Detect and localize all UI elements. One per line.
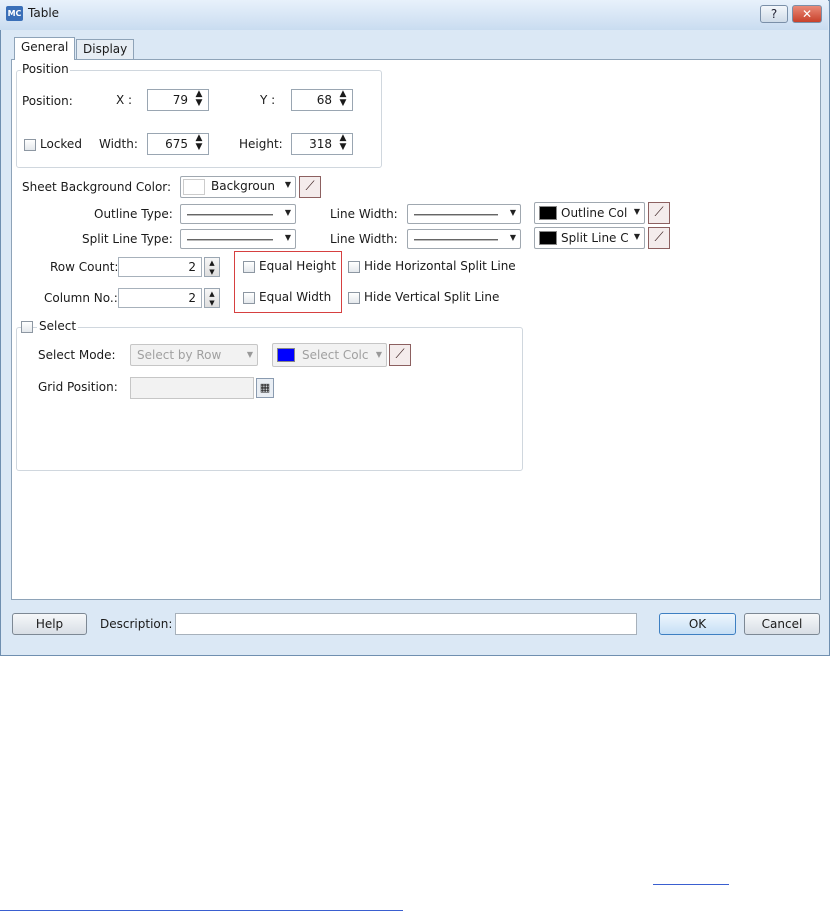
select-mode-dropdown[interactable]: Select by Row ▼ <box>130 344 258 366</box>
cancel-button[interactable]: Cancel <box>744 613 820 635</box>
chevron-down-icon: ▼ <box>284 233 291 242</box>
tab-general[interactable]: General <box>14 37 76 60</box>
position-label: Position: <box>22 94 73 108</box>
title-bar: MC Table ? ✕ <box>0 0 828 30</box>
select-mode-value: Select by Row <box>137 348 222 362</box>
split-type-label: Split Line Type: <box>82 232 173 246</box>
hide-vertical-checkbox[interactable] <box>348 292 360 304</box>
select-swatch <box>277 348 295 362</box>
description-input[interactable] <box>175 613 637 635</box>
spinner-arrows-icon[interactable]: ▲ ▼ <box>194 90 204 108</box>
outline-color-dropdown[interactable]: Outline Col ▼ <box>534 202 645 224</box>
select-checkbox[interactable] <box>21 321 33 333</box>
hide-horizontal-label: Hide Horizontal Split Line <box>364 259 516 273</box>
chevron-down-icon: ▼ <box>284 180 291 189</box>
link-underline[interactable] <box>0 910 403 911</box>
row-count-value: 2 <box>188 260 196 274</box>
split-width-dropdown[interactable]: ▼ <box>407 229 521 249</box>
hide-vertical-label: Hide Vertical Split Line <box>364 290 500 304</box>
select-color-value: Select Colc <box>302 348 369 362</box>
locked-label: Locked <box>40 137 82 151</box>
locked-checkbox[interactable] <box>24 139 36 151</box>
description-label: Description: <box>100 617 173 631</box>
column-no-label: Column No.: <box>44 291 118 305</box>
split-type-dropdown[interactable]: ▼ <box>180 229 296 249</box>
ok-button[interactable]: OK <box>659 613 736 635</box>
select-group-title: Select <box>37 319 79 333</box>
close-button[interactable]: ✕ <box>792 5 822 23</box>
chevron-down-icon: ▼ <box>633 232 640 241</box>
x-spinner[interactable]: 79 ▲ ▼ <box>147 89 209 111</box>
outline-width-dropdown[interactable]: ▼ <box>407 204 521 224</box>
height-spinner[interactable]: 318 ▲ ▼ <box>291 133 353 155</box>
equal-height-label: Equal Height <box>259 259 336 273</box>
chevron-down-icon: ▼ <box>633 207 640 216</box>
outline-width-label: Line Width: <box>330 207 398 221</box>
link-underline[interactable] <box>653 884 729 885</box>
select-mode-label: Select Mode: <box>38 348 116 362</box>
column-no-stepper[interactable]: ▲ ▼ <box>204 288 220 308</box>
y-spinner[interactable]: 68 ▲ ▼ <box>291 89 353 111</box>
split-width-label: Line Width: <box>330 232 398 246</box>
sheet-bg-color-dropdown[interactable]: Backgroun ▼ <box>180 176 296 198</box>
split-color-value: Split Line C <box>561 231 629 245</box>
outline-type-dropdown[interactable]: ▼ <box>180 204 296 224</box>
hide-horizontal-checkbox[interactable] <box>348 261 360 273</box>
split-swatch <box>539 231 557 245</box>
width-value: 675 <box>165 137 188 151</box>
spinner-arrows-icon[interactable]: ▲ ▼ <box>194 134 204 152</box>
eyedropper-icon[interactable]: ⟋ <box>389 344 411 366</box>
width-spinner[interactable]: 675 ▲ ▼ <box>147 133 209 155</box>
grid-picker-icon[interactable]: ▦ <box>256 378 274 398</box>
outline-color-value: Outline Col <box>561 206 628 220</box>
sheet-bg-swatch <box>183 179 205 195</box>
eyedropper-icon[interactable]: ⟋ <box>648 202 670 224</box>
chevron-down-icon: ▼ <box>509 233 516 242</box>
height-value: 318 <box>309 137 332 151</box>
app-icon: MC <box>6 6 23 21</box>
sheet-bg-label: Sheet Background Color: <box>22 180 172 194</box>
height-label: Height: <box>239 137 283 151</box>
chevron-down-icon: ▼ <box>375 350 382 359</box>
x-label: X : <box>116 93 133 107</box>
outline-type-label: Outline Type: <box>94 207 173 221</box>
tab-display[interactable]: Display <box>76 39 135 59</box>
chevron-down-icon: ▼ <box>246 350 253 359</box>
row-count-input[interactable]: 2 <box>118 257 202 277</box>
row-count-label: Row Count: <box>50 260 119 274</box>
help-button[interactable]: Help <box>12 613 87 635</box>
position-group-title: Position <box>21 62 70 76</box>
help-title-button[interactable]: ? <box>760 5 788 23</box>
equal-width-checkbox[interactable] <box>243 292 255 304</box>
window-title: Table <box>28 6 60 20</box>
column-no-input[interactable]: 2 <box>118 288 202 308</box>
split-color-dropdown[interactable]: Split Line C ▼ <box>534 227 645 249</box>
eyedropper-icon[interactable]: ⟋ <box>299 176 321 198</box>
eyedropper-icon[interactable]: ⟋ <box>648 227 670 249</box>
sheet-bg-value: Backgroun <box>211 179 275 193</box>
row-count-stepper[interactable]: ▲ ▼ <box>204 257 220 277</box>
chevron-down-icon: ▼ <box>509 208 516 217</box>
y-value: 68 <box>316 93 332 107</box>
spinner-arrows-icon[interactable]: ▲ ▼ <box>338 90 348 108</box>
equal-width-label: Equal Width <box>259 290 332 304</box>
grid-position-label: Grid Position: <box>38 380 118 394</box>
grid-position-input[interactable] <box>130 377 254 399</box>
chevron-down-icon: ▼ <box>284 208 291 217</box>
equal-height-checkbox[interactable] <box>243 261 255 273</box>
x-value: 79 <box>172 93 188 107</box>
y-label: Y : <box>260 93 276 107</box>
column-no-value: 2 <box>188 291 196 305</box>
outline-swatch <box>539 206 557 220</box>
spinner-arrows-icon[interactable]: ▲ ▼ <box>338 134 348 152</box>
select-color-dropdown[interactable]: Select Colc ▼ <box>272 343 387 367</box>
width-label: Width: <box>99 137 138 151</box>
